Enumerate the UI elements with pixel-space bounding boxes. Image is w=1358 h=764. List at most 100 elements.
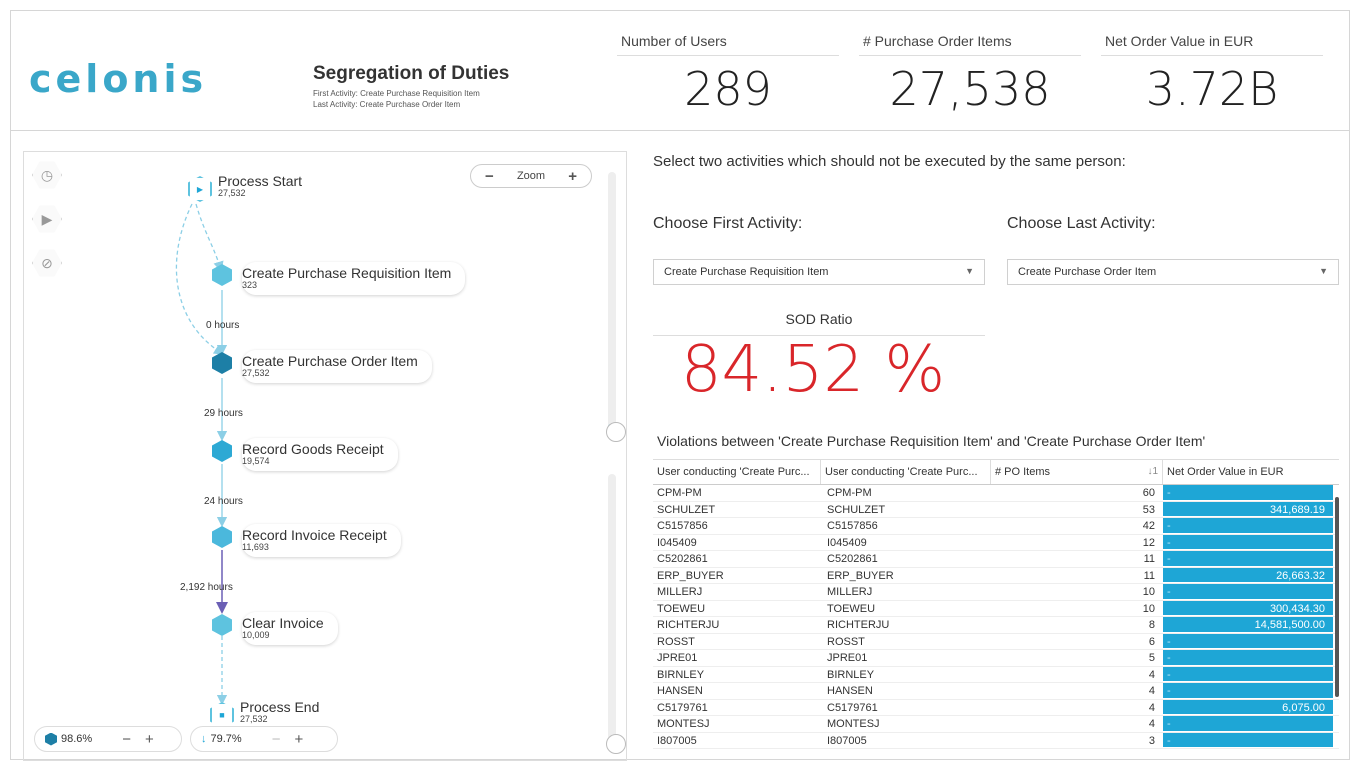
fewer-connections-button[interactable]: − [272, 731, 281, 748]
po-items-cell: 11 [1143, 553, 1155, 565]
node-process-start[interactable]: ▶ Process Start 27,532 [188, 174, 302, 202]
empty-marker: - [1167, 487, 1171, 499]
first-activity-value: Create Purchase Requisition Item [664, 266, 829, 278]
kpi-net-order-value: Net Order Value in EUR 3.72B [1101, 33, 1323, 116]
table-row[interactable]: HANSEN HANSEN 4- [653, 683, 1339, 700]
column-header-po-items[interactable]: # PO Items ↓1 [991, 460, 1163, 484]
table-row[interactable]: MILLERJ MILLERJ 10- [653, 584, 1339, 601]
table-row[interactable]: JPRE01 JPRE01 5- [653, 650, 1339, 667]
first-activity-subtitle: First Activity: Create Purchase Requisit… [313, 89, 480, 98]
last-activity-subtitle: Last Activity: Create Purchase Order Ite… [313, 100, 461, 109]
activity-slider-handle[interactable] [606, 422, 626, 442]
column-header[interactable]: User conducting 'Create Purc... [653, 460, 821, 484]
kpi-label: Number of Users [617, 33, 839, 56]
table-row[interactable]: MONTESJ MONTESJ 4- [653, 716, 1339, 733]
empty-marker: - [1167, 652, 1171, 664]
table-header: User conducting 'Create Purc... User con… [653, 459, 1339, 485]
node-create-purchase-requisition-item[interactable]: Create Purchase Requisition Item 323 [212, 262, 466, 295]
node-count: 11,693 [242, 542, 269, 552]
user-b-cell: HANSEN [827, 685, 873, 697]
kpi-label: # Purchase Order Items [859, 33, 1081, 56]
net-order-value-cell: - [1163, 666, 1333, 682]
user-b-cell: SCHULZET [827, 503, 886, 516]
po-items-cell: 8 [1148, 619, 1155, 631]
net-order-value-cell: - [1163, 732, 1333, 748]
activity-hex-icon [212, 526, 232, 548]
user-b-cell: C5157856 [827, 520, 878, 532]
net-order-value-cell: - [1163, 485, 1333, 501]
net-order-value-cell: - [1163, 534, 1333, 550]
user-b-cell: C5179761 [827, 701, 878, 714]
empty-marker: - [1167, 520, 1171, 532]
user-a-cell: I807005 [657, 734, 697, 747]
node-process-end[interactable]: ■ Process End 27,532 [210, 700, 319, 728]
table-row[interactable]: SCHULZET SCHULZET 53 341,689.19 [653, 501, 1339, 518]
connection-slider-track[interactable] [608, 474, 616, 740]
table-row[interactable]: CPM-PM CPM-PM 60- [653, 485, 1339, 502]
po-items-cell: 4 [1148, 701, 1155, 714]
net-order-value-cell: - [1163, 683, 1333, 699]
table-row[interactable]: RICHTERJU RICHTERJU 8 14,581,500.00 [653, 617, 1339, 634]
user-a-cell: SCHULZET [657, 503, 716, 516]
node-record-invoice-receipt[interactable]: Record Invoice Receipt 11,693 [212, 524, 401, 557]
violations-title: Violations between 'Create Purchase Requ… [657, 433, 1206, 449]
net-order-value-cell: - [1163, 584, 1333, 600]
net-order-value-cell: 26,663.32 [1163, 567, 1333, 583]
net-order-value-cell: - [1163, 650, 1333, 666]
table-row[interactable]: BIRNLEY BIRNLEY 4- [653, 666, 1339, 683]
column-header: # PO Items [995, 466, 1051, 478]
po-items-cell: 53 [1142, 503, 1155, 516]
node-create-purchase-order-item[interactable]: Create Purchase Order Item 27,532 [212, 350, 432, 383]
user-a-cell: CPM-PM [657, 487, 702, 499]
column-header[interactable]: Net Order Value in EUR [1163, 460, 1333, 484]
node-count: 323 [242, 280, 258, 290]
node-clear-invoice[interactable]: Clear Invoice 10,009 [212, 612, 338, 645]
table-row[interactable]: C5202861 C5202861 11- [653, 551, 1339, 568]
edge-label: 29 hours [204, 408, 243, 419]
edge-label: 2,192 hours [180, 582, 233, 593]
last-activity-value: Create Purchase Order Item [1018, 266, 1157, 278]
user-a-cell: BIRNLEY [657, 668, 705, 681]
caret-down-icon: ▼ [965, 266, 974, 276]
user-b-cell: MONTESJ [827, 718, 880, 730]
violations-table: User conducting 'Create Purc... User con… [653, 459, 1339, 761]
node-record-goods-receipt[interactable]: Record Goods Receipt 19,574 [212, 438, 398, 471]
page-title: Segregation of Duties [313, 63, 510, 84]
empty-marker: - [1167, 734, 1171, 747]
kpi-value: 289 [684, 62, 772, 116]
kpi-value: 3.72B [1145, 62, 1279, 116]
user-b-cell: I045409 [827, 536, 867, 549]
process-explorer[interactable]: ◷ ▶ ⊘ − Zoom + 0 hours 29 hours 24 hours… [23, 151, 627, 761]
user-a-cell: JPRE01 [657, 652, 698, 664]
table-row[interactable]: I807005 I807005 3- [653, 732, 1339, 749]
column-header[interactable]: User conducting 'Create Purc... [821, 460, 991, 484]
kpi-number-of-users: Number of Users 289 [617, 33, 839, 116]
po-items-cell: 60 [1142, 487, 1155, 499]
net-order-value-cell: 14,581,500.00 [1163, 617, 1333, 633]
table-row[interactable]: C5179761 C5179761 4 6,075.00 [653, 699, 1339, 716]
sort-descending-icon[interactable]: ↓1 [1147, 466, 1158, 478]
table-row[interactable]: ROSST ROSST 6- [653, 633, 1339, 650]
fewer-activities-button[interactable]: − [122, 731, 131, 748]
activity-slider-track[interactable] [608, 172, 616, 436]
connection-slider-handle[interactable] [606, 734, 626, 754]
user-b-cell: CPM-PM [827, 487, 872, 499]
activity-hex-icon [212, 440, 232, 462]
last-activity-dropdown[interactable]: Create Purchase Order Item ▼ [1007, 259, 1339, 285]
more-activities-button[interactable]: + [145, 731, 154, 748]
table-row[interactable]: TOEWEU TOEWEU 10 300,434.30 [653, 600, 1339, 617]
po-items-cell: 42 [1142, 520, 1155, 532]
first-activity-dropdown[interactable]: Create Purchase Requisition Item ▼ [653, 259, 985, 285]
table-scrollbar[interactable] [1335, 497, 1339, 697]
user-a-cell: C5202861 [657, 553, 708, 565]
table-row[interactable]: I045409 I045409 12- [653, 534, 1339, 551]
table-row[interactable]: ERP_BUYER ERP_BUYER 11 26,663.32 [653, 567, 1339, 584]
empty-marker: - [1167, 553, 1171, 565]
more-connections-button[interactable]: + [294, 731, 303, 748]
net-order-value: 341,689.19 [1269, 503, 1325, 516]
po-items-cell: 11 [1143, 569, 1155, 582]
net-order-value: 14,581,500.00 [1254, 619, 1325, 631]
stop-icon: ■ [210, 702, 234, 728]
sod-ratio-value: 84.52 % [680, 333, 946, 407]
table-row[interactable]: C5157856 C5157856 42- [653, 518, 1339, 535]
